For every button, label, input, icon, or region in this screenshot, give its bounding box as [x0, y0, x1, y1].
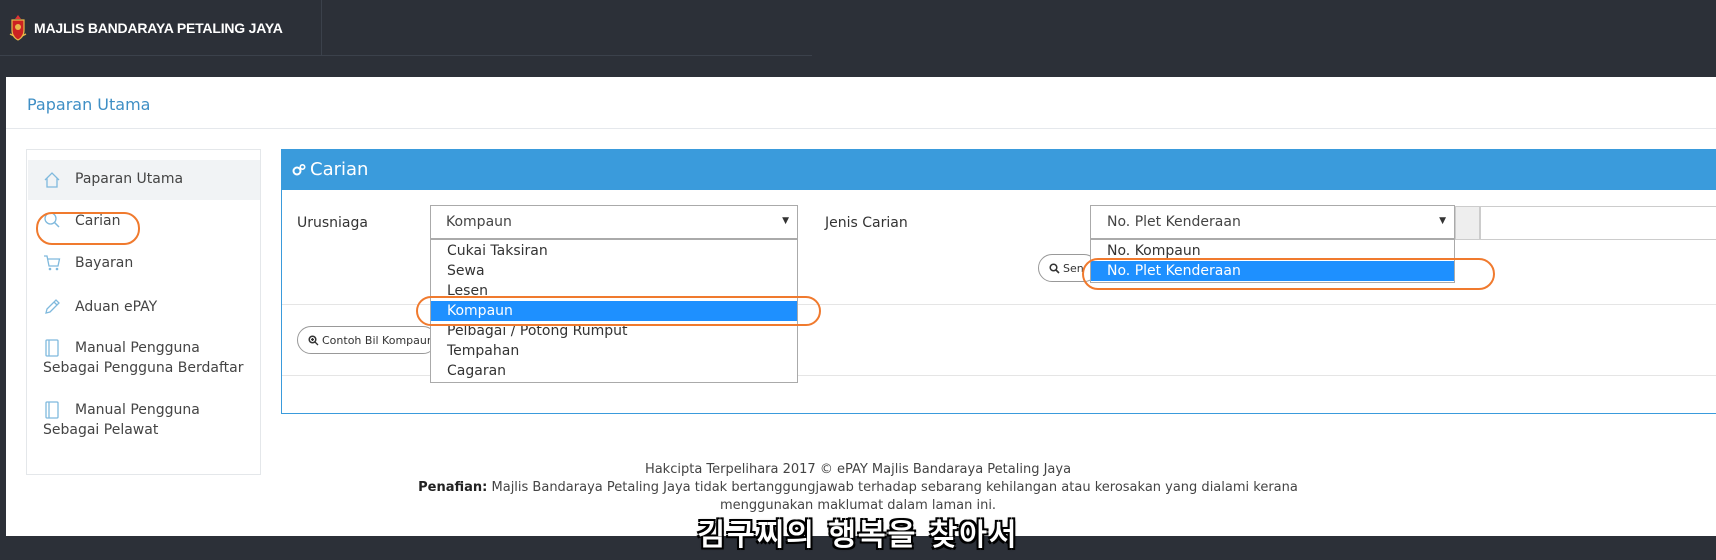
sidebar-item-aduan-epay[interactable]: Aduan ePAY: [28, 290, 260, 326]
gears-icon: [292, 163, 306, 176]
jenis-carian-label: Jenis Carian: [825, 215, 908, 231]
video-subtitle: 김구찌의 행복을 찾아서: [697, 518, 1019, 553]
page-header: Paparan Utama: [6, 77, 1716, 129]
footer: Hakcipta Terpelihara 2017 © ePAY Majlis …: [0, 461, 1716, 515]
disclaimer-line: Penafian: Majlis Bandaraya Petaling Jaya…: [0, 479, 1716, 497]
urusniaga-select[interactable]: Kompaun ▼: [430, 205, 798, 239]
urusniaga-option[interactable]: Cukai Taksiran: [431, 241, 797, 261]
highlight-carian: [36, 212, 140, 245]
urusniaga-option[interactable]: Cagaran: [431, 361, 797, 381]
jenis-carian-value: No. Plet Kenderaan: [1107, 214, 1241, 230]
panel-header: Carian: [282, 150, 1716, 190]
pencil-icon: [45, 299, 60, 314]
sidebar-item-paparan-utama[interactable]: Paparan Utama: [28, 160, 260, 200]
sidebar-item-label: Bayaran: [75, 255, 134, 271]
copyright-text: Hakcipta Terpelihara 2017 © ePAY Majlis …: [644, 462, 1072, 477]
sidebar: Paparan Utama Carian Bayaran Aduan ePAY: [26, 149, 261, 475]
crest-logo-icon: [9, 14, 27, 41]
urusniaga-value: Kompaun: [446, 214, 512, 230]
search-value-input[interactable]: [1480, 206, 1716, 240]
urusniaga-option[interactable]: Sewa: [431, 261, 797, 281]
urusniaga-option[interactable]: Tempahan: [431, 341, 797, 361]
cart-icon: [44, 255, 61, 271]
urusniaga-label: Urusniaga: [297, 215, 368, 231]
sample-bill-button[interactable]: Contoh Bil Kompaun: [297, 326, 437, 354]
home-icon: [44, 172, 60, 188]
brand-name: MAJLIS BANDARAYA PETALING JAYA: [34, 19, 283, 36]
sidebar-item-label: Paparan Utama: [75, 171, 184, 187]
top-bar: MAJLIS BANDARAYA PETALING JAYA: [0, 0, 1716, 56]
sidebar-item-manual-pelawat[interactable]: Manual Pengguna Sebagai Pelawat: [28, 394, 260, 442]
sidebar-item-bayaran[interactable]: Bayaran: [28, 246, 260, 282]
book-icon: [45, 401, 59, 419]
page-title: Paparan Utama: [27, 95, 151, 114]
zoom-in-icon: [308, 334, 319, 345]
chevron-down-icon: ▼: [782, 216, 789, 226]
sidebar-item-sublabel: Sebagai Pengguna Berdaftar: [43, 360, 244, 376]
sidebar-item-manual-berdaftar[interactable]: Manual Pengguna Sebagai Pengguna Berdaft…: [28, 332, 260, 380]
highlight-kompaun: [416, 296, 821, 326]
input-addon: [1455, 206, 1480, 240]
chevron-down-icon: ▼: [1439, 216, 1446, 226]
sidebar-item-label: Aduan ePAY: [75, 299, 158, 315]
topbar-divider: [322, 55, 812, 56]
sidebar-item-label: Manual Pengguna: [75, 340, 200, 356]
sidebar-item-label: Manual Pengguna: [75, 402, 200, 418]
sidebar-item-sublabel: Sebagai Pelawat: [43, 422, 159, 438]
disclaimer-text: Majlis Bandaraya Petaling Jaya tidak ber…: [487, 480, 1298, 495]
brand[interactable]: MAJLIS BANDARAYA PETALING JAYA: [0, 0, 322, 56]
highlight-plet: [1082, 258, 1495, 290]
search-icon: [1049, 262, 1060, 274]
disclaimer-label: Penafian:: [418, 480, 488, 495]
search-button-label: Sen: [1063, 261, 1084, 275]
panel-title: Carian: [310, 159, 369, 180]
book-icon: [45, 339, 59, 357]
sample-bill-label: Contoh Bil Kompaun: [322, 333, 434, 347]
jenis-carian-select[interactable]: No. Plet Kenderaan ▼: [1090, 205, 1455, 239]
